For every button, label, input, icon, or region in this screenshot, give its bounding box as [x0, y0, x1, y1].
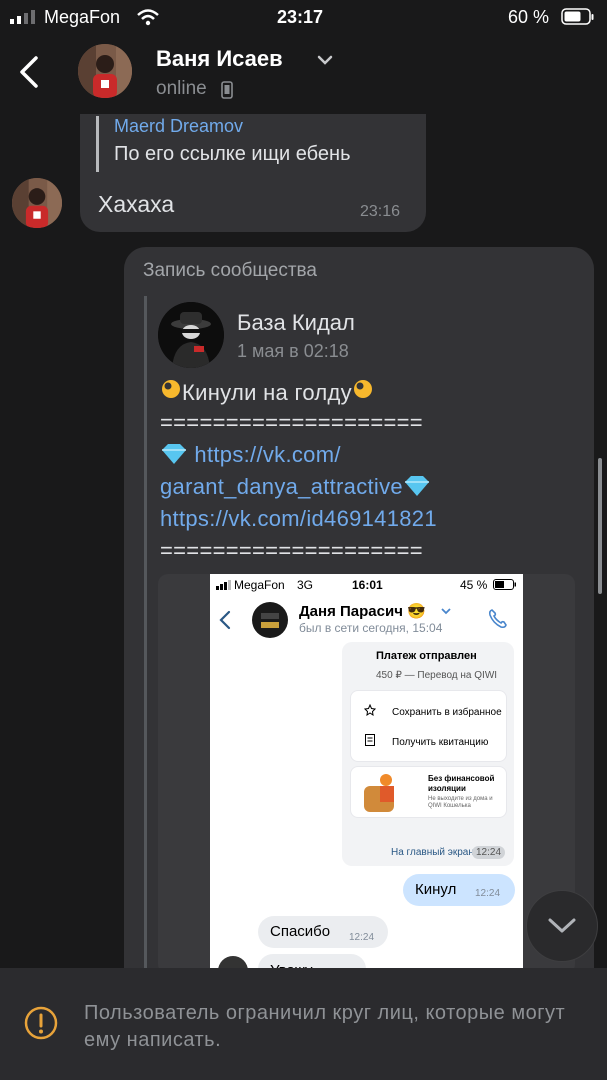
get-receipt-link[interactable]: Получить квитанцию	[392, 737, 488, 748]
carrier-label: MegaFon	[234, 578, 285, 592]
scrollbar[interactable]	[598, 458, 602, 594]
payment-subtitle: 450 ₽ — Перевод на QIWI	[376, 670, 498, 681]
avatar[interactable]	[252, 602, 288, 638]
promo-subtitle: Не выходите из дома и QIWI Кошелька	[428, 796, 493, 809]
wifi-icon	[137, 9, 159, 26]
message-text: Хахаха	[98, 191, 175, 217]
group-avatar[interactable]	[158, 302, 224, 368]
back-arrow-icon[interactable]	[14, 52, 44, 92]
quote-bar	[96, 116, 99, 172]
repost-bar	[144, 296, 147, 976]
star-icon	[364, 704, 376, 716]
status-bar: MegaFon 23:17 60 %	[0, 0, 607, 34]
message-time: 23:16	[360, 203, 401, 220]
home-screen-link[interactable]: На главный экран	[391, 847, 474, 858]
online-status: online	[156, 78, 207, 99]
post-link[interactable]: https://vk.com/	[194, 442, 340, 467]
write-restriction-notice: Пользователь ограничил круг лиц, которые…	[0, 968, 607, 1080]
promo-title: Без финансовой изоляции	[428, 774, 495, 793]
carrier-label: MegaFon	[44, 7, 121, 27]
divider-text: ====================	[160, 410, 423, 435]
message-text: Спасибо	[270, 923, 331, 940]
quote-text: По его ссылке ищи ебень	[114, 143, 351, 165]
phone-icon[interactable]	[487, 608, 509, 630]
network-label: 3G	[297, 578, 314, 592]
ok-hand-emoji	[353, 380, 372, 398]
post-title: Кинули на голду	[160, 376, 374, 406]
actions-card	[350, 690, 507, 762]
divider-text: ====================	[160, 538, 423, 563]
attached-screenshot[interactable]: MegaFon 3G 16:01 45 % Даня Парасич 😎 был…	[210, 574, 523, 970]
gem-emoji	[404, 476, 429, 496]
battery-icon	[561, 8, 594, 25]
payment-title: Платеж отправлен	[376, 650, 477, 662]
post-title-text: Кинули на голду	[182, 380, 352, 405]
community-post-label: Запись сообщества	[143, 260, 317, 281]
last-seen: был в сети сегодня, 15:04	[299, 621, 443, 635]
post-link[interactable]: garant_danya_attractive	[160, 474, 403, 499]
contact-name[interactable]: Даня Парасич 😎	[299, 602, 426, 620]
post-date: 1 мая в 02:18	[237, 341, 349, 361]
message-text: Кинул	[415, 881, 457, 898]
message-time: 12:24	[475, 888, 501, 899]
clock: 23:17	[277, 7, 324, 27]
notice-text: Пользователь ограничил круг лиц, которые…	[84, 1002, 566, 1051]
clock: 16:01	[352, 578, 383, 592]
contact-name[interactable]: Ваня Исаев	[156, 46, 283, 72]
promo-illustration	[364, 774, 394, 812]
group-name[interactable]: База Кидал	[237, 310, 355, 336]
scroll-down-icon	[548, 918, 576, 933]
phone-device-icon	[221, 81, 233, 99]
signal-icon	[216, 580, 231, 590]
warning-icon	[24, 1006, 58, 1040]
scroll-down-button[interactable]	[526, 890, 598, 962]
back-arrow-icon[interactable]	[218, 610, 232, 630]
sender-avatar[interactable]	[12, 178, 62, 228]
quote-author[interactable]: Maerd Dreamov	[114, 116, 243, 137]
message-time: 12:24	[472, 846, 506, 859]
ok-hand-emoji	[162, 380, 180, 398]
chat-header: Ваня Исаев online	[0, 34, 607, 114]
battery-percent: 45 %	[460, 578, 488, 592]
post-link-row: garant_danya_attractive	[160, 474, 431, 500]
message-time: 12:24	[349, 932, 375, 943]
receipt-icon	[365, 734, 375, 746]
chevron-down-icon[interactable]	[316, 54, 334, 66]
post-link-row: https://vk.com/	[160, 442, 341, 468]
post-link[interactable]: https://vk.com/id469141821	[160, 506, 437, 532]
battery-percent: 60 %	[508, 7, 550, 27]
chevron-down-icon[interactable]	[440, 607, 452, 615]
battery-icon	[493, 579, 516, 590]
avatar[interactable]	[78, 44, 132, 98]
save-favorites-link[interactable]: Сохранить в избранное	[392, 707, 502, 718]
gem-emoji	[162, 444, 186, 464]
signal-icon	[10, 10, 35, 24]
